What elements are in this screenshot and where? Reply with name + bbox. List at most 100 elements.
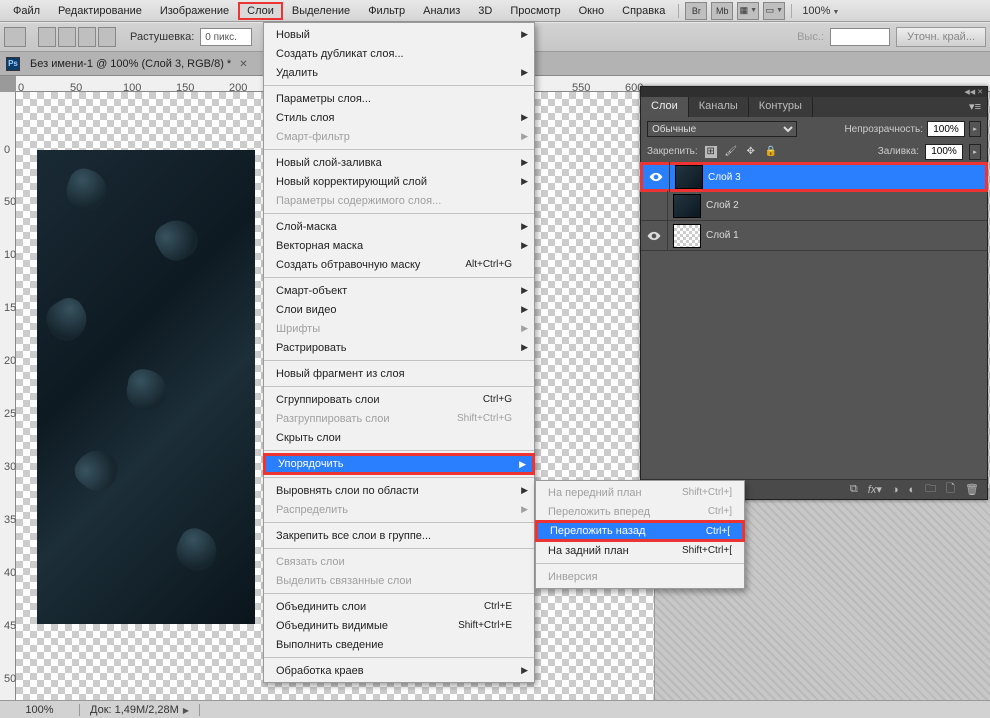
refine-edge-button[interactable]: Уточн. край...: [896, 27, 986, 47]
status-zoom[interactable]: 100%: [0, 704, 80, 716]
menu-item[interactable]: Новый фрагмент из слоя: [264, 364, 534, 383]
submenu-item[interactable]: На задний планShift+Ctrl+[: [536, 541, 744, 560]
status-docsize[interactable]: Док: 1,49M/2,28M▶: [80, 704, 200, 716]
lock-all-icon[interactable]: 🔒: [764, 145, 778, 159]
layers-panel: ◀◀ ✕ Слои Каналы Контуры ▾≡ Обычные Непр…: [640, 86, 988, 500]
layer-row[interactable]: Слой 1: [641, 221, 987, 251]
menu-item[interactable]: Слои видео▶: [264, 300, 534, 319]
layer-visibility-icon[interactable]: [643, 170, 669, 184]
menu-item[interactable]: Обработка краев▶: [264, 661, 534, 680]
bridge-icon[interactable]: Br: [685, 2, 707, 20]
panel-tab-channels[interactable]: Каналы: [689, 97, 749, 117]
menu-item[interactable]: Закрепить все слои в группе...: [264, 526, 534, 545]
menu-analysis[interactable]: Анализ: [414, 2, 469, 20]
menu-help[interactable]: Справка: [613, 2, 674, 20]
layer-visibility-icon[interactable]: [641, 229, 667, 243]
menu-item: Шрифты▶: [264, 319, 534, 338]
new-layer-icon[interactable]: 🗋: [946, 480, 955, 499]
menu-item[interactable]: Векторная маска▶: [264, 236, 534, 255]
zoom-level[interactable]: 100%▼: [796, 5, 845, 17]
menu-item[interactable]: Сгруппировать слоиCtrl+G: [264, 390, 534, 409]
menu-item[interactable]: Смарт-объект▶: [264, 281, 534, 300]
layer-name[interactable]: Слой 3: [708, 172, 741, 183]
fill-input[interactable]: 100%: [925, 144, 963, 160]
selection-mode-sub[interactable]: [78, 27, 96, 47]
adjustment-layer-icon[interactable]: ◐: [909, 484, 916, 496]
layer-thumbnail[interactable]: [673, 224, 701, 248]
menu-item[interactable]: Стиль слоя▶: [264, 108, 534, 127]
menu-file[interactable]: Файл: [4, 2, 49, 20]
layer-name[interactable]: Слой 1: [706, 230, 739, 241]
menu-filter[interactable]: Фильтр: [359, 2, 414, 20]
fill-label: Заливка:: [878, 146, 919, 157]
blend-mode-select[interactable]: Обычные: [647, 121, 797, 137]
layer-thumbnail[interactable]: [675, 165, 703, 189]
link-layers-icon[interactable]: ⧉: [850, 483, 858, 496]
submenu-item: Инверсия: [536, 567, 744, 586]
menu-view[interactable]: Просмотр: [501, 2, 569, 20]
status-bar: 100% Док: 1,49M/2,28M▶: [0, 700, 990, 718]
mini-bridge-icon[interactable]: Mb: [711, 2, 733, 20]
menu-window[interactable]: Окно: [570, 2, 614, 20]
feather-label: Растушевка:: [130, 31, 194, 43]
current-tool-icon[interactable]: [4, 27, 26, 47]
layer-thumbnail[interactable]: [673, 194, 701, 218]
panel-tab-paths[interactable]: Контуры: [749, 97, 813, 117]
menu-bar: Файл Редактирование Изображение Слои Выд…: [0, 0, 990, 22]
panel-tab-layers[interactable]: Слои: [641, 97, 689, 117]
panel-titlebar[interactable]: ◀◀ ✕: [641, 87, 987, 97]
ruler-vertical: 0 50 100 150 200 250 300 350 400 450 500: [0, 92, 16, 700]
screen-mode-icon[interactable]: ▦▼: [737, 2, 759, 20]
menu-item[interactable]: Создать дубликат слоя...: [264, 44, 534, 63]
menu-item[interactable]: Выровнять слои по области▶: [264, 481, 534, 500]
menu-item: Параметры содержимого слоя...: [264, 191, 534, 210]
arrange-submenu: На передний планShift+Ctrl+]Переложить в…: [535, 480, 745, 589]
lock-transparency-icon[interactable]: ⊞: [704, 145, 718, 159]
layer-mask-icon[interactable]: ◑: [892, 484, 899, 496]
menu-item[interactable]: Создать обтравочную маскуAlt+Ctrl+G: [264, 255, 534, 274]
menu-item[interactable]: Скрыть слои: [264, 428, 534, 447]
menu-item[interactable]: Параметры слоя...: [264, 89, 534, 108]
panel-menu-icon[interactable]: ▾≡: [963, 97, 987, 117]
menu-image[interactable]: Изображение: [151, 2, 238, 20]
menu-item[interactable]: Объединить слоиCtrl+E: [264, 597, 534, 616]
opacity-arrow-icon[interactable]: ▸: [969, 121, 981, 137]
layer-row[interactable]: Слой 2: [641, 191, 987, 221]
opacity-input[interactable]: 100%: [927, 121, 965, 137]
lock-pixels-icon[interactable]: 🖌: [724, 145, 738, 159]
submenu-item[interactable]: Переложить назадCtrl+[: [535, 520, 745, 542]
menu-item[interactable]: Новый слой-заливка▶: [264, 153, 534, 172]
submenu-item: На передний планShift+Ctrl+]: [536, 483, 744, 502]
menu-item[interactable]: Упорядочить▶: [263, 453, 535, 475]
height-input: [830, 28, 890, 46]
document-tab[interactable]: Без имени-1 @ 100% (Слой 3, RGB/8) *✕: [24, 58, 254, 70]
layer-row[interactable]: Слой 3: [640, 162, 988, 192]
selection-mode-add[interactable]: [58, 27, 76, 47]
menu-edit[interactable]: Редактирование: [49, 2, 151, 20]
menu-item[interactable]: Удалить▶: [264, 63, 534, 82]
layer-fx-icon[interactable]: fx▾: [868, 483, 882, 496]
new-group-icon[interactable]: 🗀: [925, 480, 936, 499]
menu-item[interactable]: Выполнить сведение: [264, 635, 534, 654]
lock-move-icon[interactable]: ✥: [744, 145, 758, 159]
canvas-image: [37, 150, 255, 624]
menu-3d[interactable]: 3D: [469, 2, 501, 20]
layer-name[interactable]: Слой 2: [706, 200, 739, 211]
menu-item[interactable]: Новый▶: [264, 25, 534, 44]
view-extras-icon[interactable]: ▭▼: [763, 2, 785, 20]
menu-layers[interactable]: Слои: [238, 2, 283, 20]
menu-item[interactable]: Слой-маска▶: [264, 217, 534, 236]
menu-item[interactable]: Объединить видимыеShift+Ctrl+E: [264, 616, 534, 635]
fill-arrow-icon[interactable]: ▸: [969, 144, 981, 160]
menu-item: Связать слои: [264, 552, 534, 571]
delete-layer-icon[interactable]: 🗑: [965, 483, 979, 496]
selection-mode-int[interactable]: [98, 27, 116, 47]
menu-item[interactable]: Новый корректирующий слой▶: [264, 172, 534, 191]
close-tab-icon[interactable]: ✕: [239, 59, 247, 70]
menu-item: Смарт-фильтр▶: [264, 127, 534, 146]
menu-select[interactable]: Выделение: [283, 2, 359, 20]
feather-input[interactable]: 0 пикс.: [200, 28, 252, 46]
menu-item: Выделить связанные слои: [264, 571, 534, 590]
selection-mode-new[interactable]: [38, 27, 56, 47]
menu-item[interactable]: Растрировать▶: [264, 338, 534, 357]
